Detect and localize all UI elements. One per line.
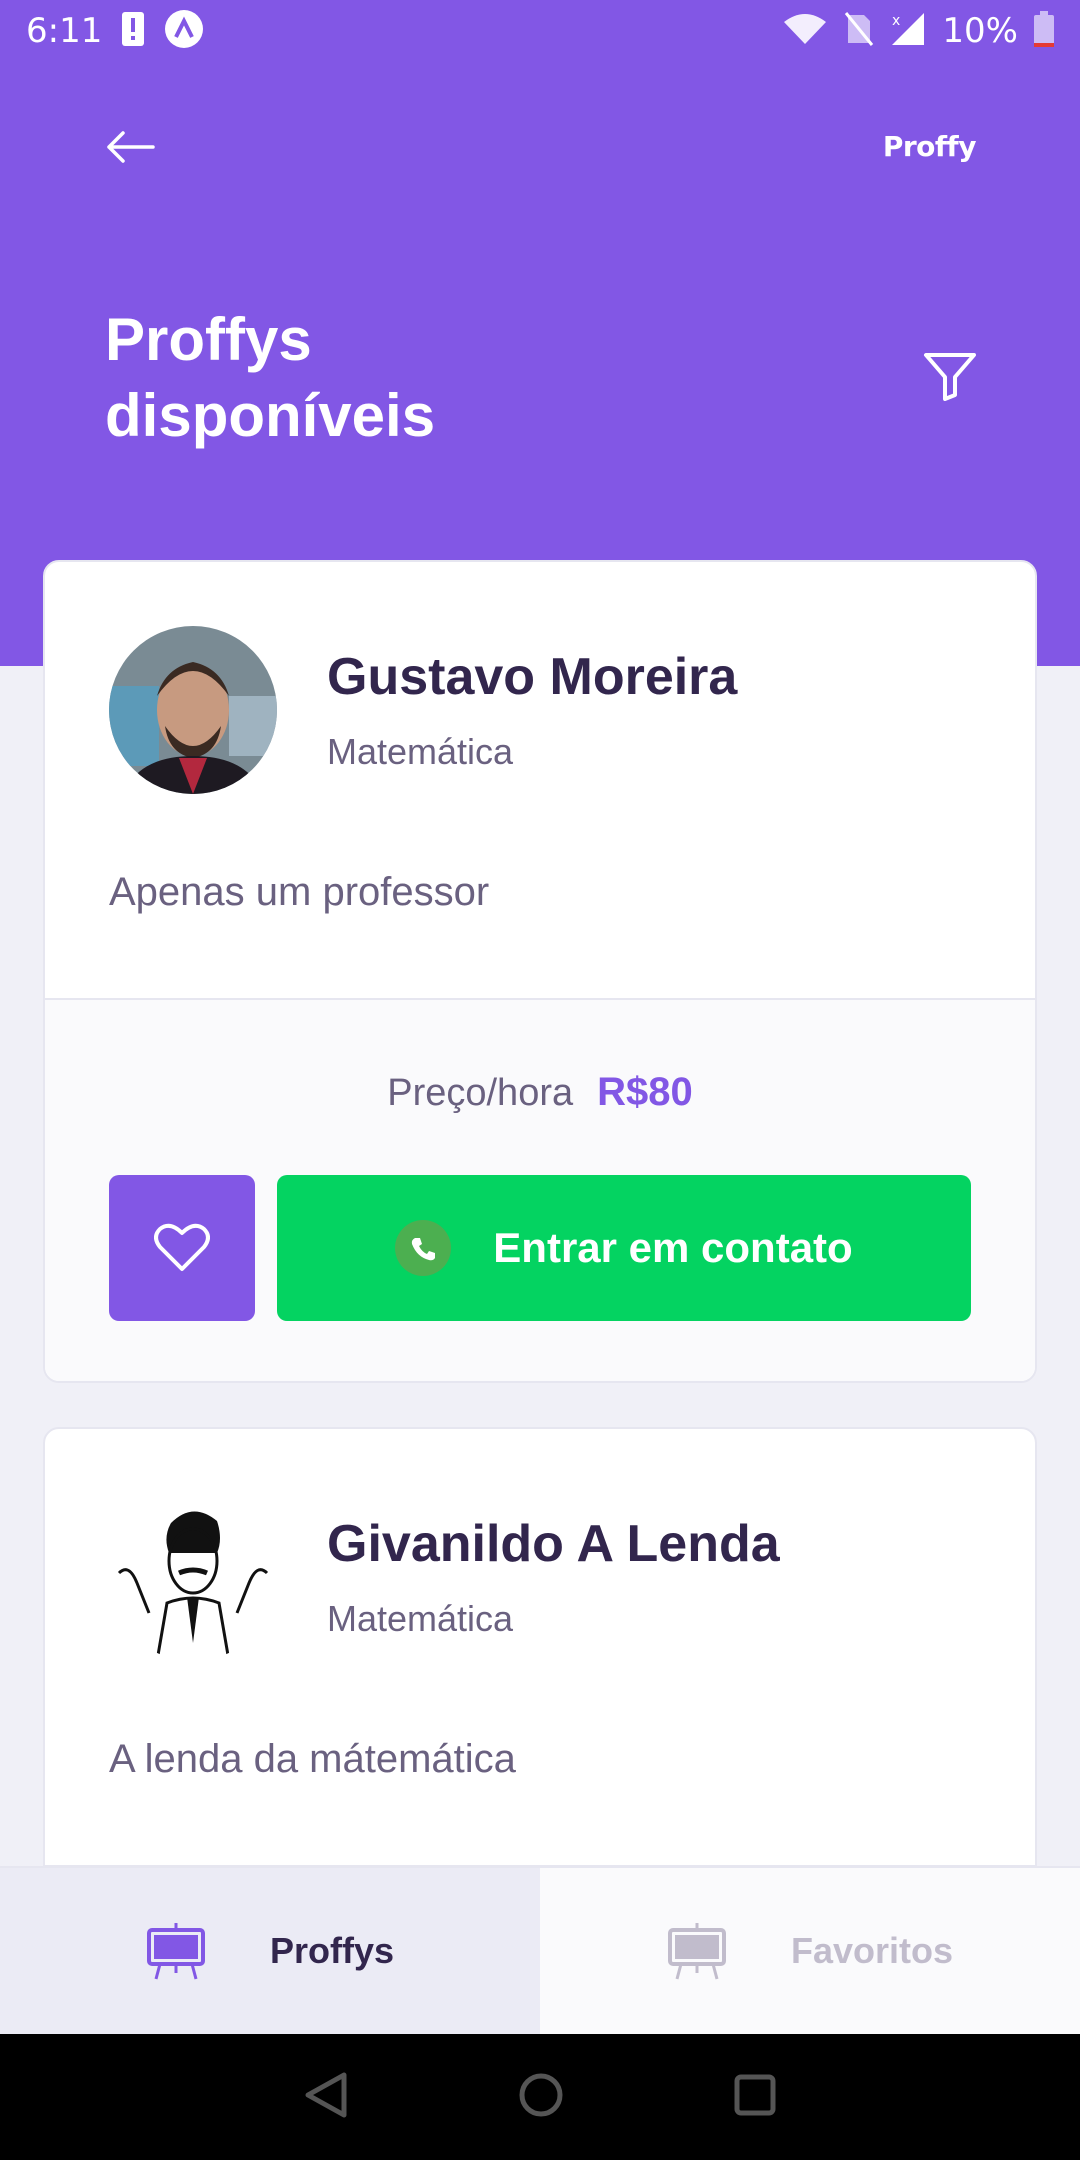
whatsapp-icon xyxy=(395,1220,452,1276)
page-title-line1: Proffys xyxy=(105,306,312,373)
arrow-left-icon xyxy=(107,131,155,163)
no-sim-icon xyxy=(844,11,874,52)
price-value: R$80 xyxy=(597,1070,693,1114)
teacher-name: Givanildo A Lenda xyxy=(327,1515,780,1573)
nav-back-icon[interactable] xyxy=(304,2071,348,2124)
teacher-name: Gustavo Moreira xyxy=(327,648,738,706)
system-nav-bar xyxy=(0,2034,1080,2160)
teacher-list[interactable]: Gustavo Moreira Matemática Apenas um pro… xyxy=(43,560,1037,1866)
contact-button[interactable]: Entrar em contato xyxy=(277,1175,971,1321)
bottom-tab-bar: Proffys Favoritos xyxy=(0,1866,1080,2034)
price-row: Preço/hora R$80 xyxy=(109,1070,971,1115)
wifi-icon xyxy=(782,12,828,51)
tab-proffys[interactable]: Proffys xyxy=(0,1868,540,2034)
teacher-card: Gustavo Moreira Matemática Apenas um pro… xyxy=(43,560,1037,1383)
battery-percentage: 10% xyxy=(942,11,1018,51)
easel-icon xyxy=(146,1923,205,1980)
contact-button-label: Entrar em contato xyxy=(493,1224,853,1271)
teacher-avatar xyxy=(109,626,277,794)
filter-icon xyxy=(924,353,976,401)
page-title-line2: disponíveis xyxy=(105,382,436,449)
alert-notification-icon xyxy=(122,11,145,51)
nav-recents-icon[interactable] xyxy=(734,2074,776,2121)
proffy-logo: Proffy xyxy=(882,130,977,163)
teacher-subject: Matemática xyxy=(327,731,514,772)
tab-proffys-label: Proffys xyxy=(269,1930,395,1971)
teacher-avatar xyxy=(109,1493,277,1661)
price-label: Preço/hora xyxy=(387,1072,574,1114)
teacher-subject: Matemática xyxy=(327,1598,514,1639)
easel-icon xyxy=(667,1923,726,1980)
page-title: Proffys disponíveis xyxy=(105,302,625,454)
app-notification-icon xyxy=(164,9,204,54)
svg-text:x: x xyxy=(892,13,900,29)
teacher-bio: A lenda da mátemática xyxy=(109,1737,516,1781)
filter-button[interactable] xyxy=(920,346,980,406)
tab-favoritos[interactable]: Favoritos xyxy=(540,1868,1080,2034)
status-time: 6:11 xyxy=(26,11,103,51)
battery-icon xyxy=(1034,10,1054,52)
tab-favoritos-label: Favoritos xyxy=(790,1930,954,1971)
nav-home-icon[interactable] xyxy=(518,2072,564,2123)
heart-outline-icon xyxy=(154,1223,210,1271)
signal-icon: x xyxy=(890,11,926,52)
teacher-bio: Apenas um professor xyxy=(109,870,490,914)
back-button[interactable] xyxy=(100,122,160,172)
favorite-button[interactable] xyxy=(109,1175,255,1321)
status-bar: 6:11 x 10% xyxy=(0,0,1080,62)
teacher-card: Givanildo A Lenda Matemática A lenda da … xyxy=(43,1427,1037,1866)
